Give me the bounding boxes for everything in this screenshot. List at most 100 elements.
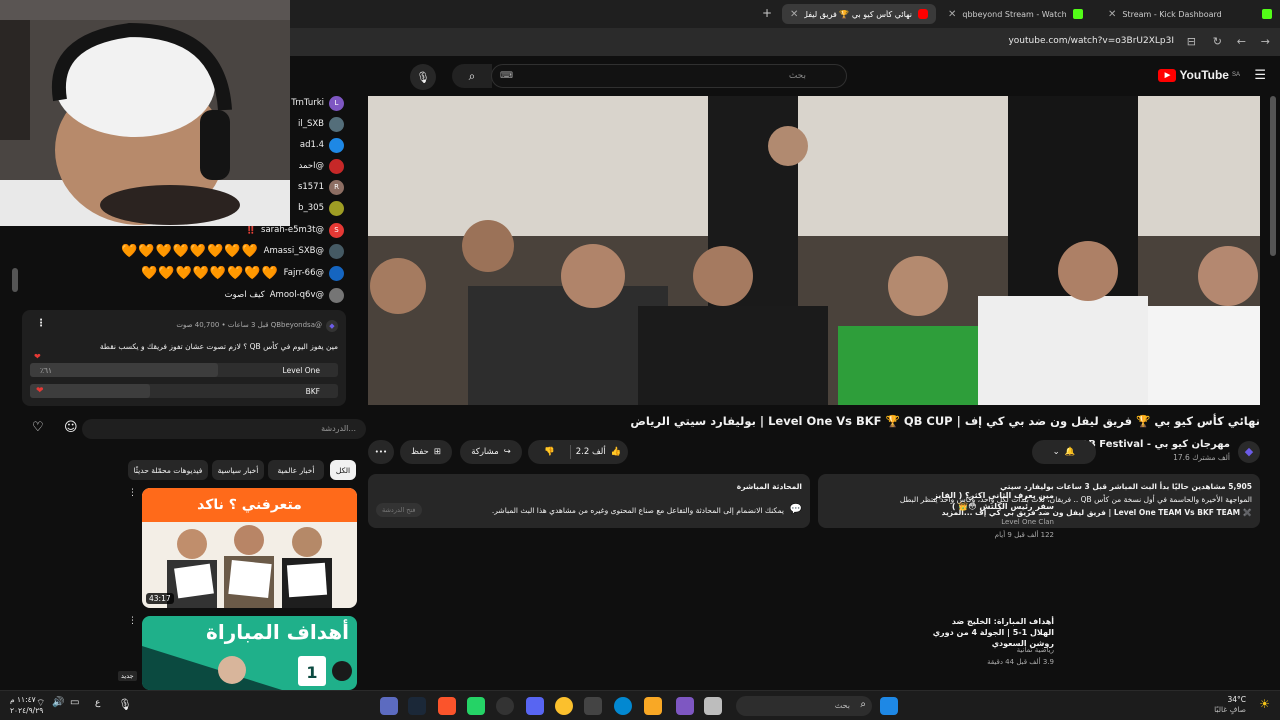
channel-name[interactable]: Level One Clan (1001, 518, 1054, 526)
chip-political-news[interactable]: أخبار سياسية (212, 460, 264, 480)
chat-message: L TrnTurki (291, 94, 344, 112)
more-vert-icon[interactable]: ⋮ (128, 488, 137, 498)
channel-name[interactable]: QB Festival - مهرجان كيو بي (1080, 439, 1230, 450)
close-tab-icon[interactable]: ✕ (790, 9, 798, 20)
video-actions-row: ◆ QB Festival - مهرجان كيو بي 17.6 ألف م… (368, 438, 1260, 466)
tab-kick-dashboard[interactable]: ✕ Stream - Kick Dashboard (1100, 4, 1280, 24)
share-button[interactable]: مشاركة ↪ (460, 440, 522, 464)
avatar (329, 116, 344, 132)
chat-scrollbar[interactable] (12, 268, 18, 292)
clock[interactable]: ١١:٤٧ م ٢٠٢٤/٩/٢٩ (10, 694, 43, 716)
weather-widget[interactable]: 34°C صافٍ غالبًا (1214, 695, 1246, 715)
chat-message: b_305 (298, 199, 344, 217)
poll-option-fill (30, 384, 151, 398)
subscriber-count: 17.6 ألف مشترك (1173, 453, 1230, 462)
chat-message: @احمد (299, 157, 344, 175)
file-explorer-icon[interactable] (644, 697, 662, 715)
edge-icon[interactable] (614, 697, 632, 715)
teams-icon[interactable] (676, 697, 694, 715)
task-view-icon[interactable] (704, 697, 722, 715)
language-indicator[interactable]: ع (95, 698, 100, 708)
heart-icon: ❤ (34, 352, 41, 361)
like-button[interactable]: 👍 (611, 447, 622, 457)
thumbnail-image: 1 (142, 646, 352, 690)
search-icon: ⌕ (468, 68, 476, 83)
poll-option[interactable]: Level One ٪٦١ (30, 363, 338, 377)
more-vert-icon[interactable]: ⋮ (128, 616, 137, 626)
video-player[interactable] (368, 96, 1260, 405)
avatar (329, 287, 344, 303)
more-actions-button[interactable]: ••• (368, 440, 394, 464)
start-button[interactable] (880, 697, 898, 715)
voice-search-button[interactable]: 🎙 (410, 64, 436, 90)
duration-badge: 43:17 (146, 593, 174, 604)
heart-outline-icon[interactable]: ♡ (32, 420, 44, 435)
poll-card: ◆ @QBbeyondsa قبل 3 ساعات • 40,700 صوت ⋮… (22, 310, 346, 406)
discord-icon[interactable] (526, 697, 544, 715)
battery-icon[interactable]: ▭ (70, 697, 79, 708)
chat-message: @Amassi_SXB 🧡🧡🧡🧡🧡🧡🧡🧡 (121, 242, 344, 260)
tab-search-icon[interactable]: ⊟ (1187, 35, 1196, 48)
taskbar-search[interactable]: ⌕ بحث (736, 696, 872, 716)
keyboard-icon[interactable]: ⌨ (500, 71, 513, 81)
chat-input[interactable]: الدردشة... (82, 419, 366, 439)
search-button[interactable]: ⌕ (452, 64, 492, 88)
divider (569, 445, 571, 459)
video-thumbnail[interactable]: متعرفني ؟ ناكد 43:17 (142, 488, 357, 608)
save-button[interactable]: حفظ ⊞ (400, 440, 452, 464)
store-icon[interactable] (584, 697, 602, 715)
forward-icon[interactable]: → (1261, 35, 1270, 48)
notifications-button[interactable]: ⌄ 🔔 (1032, 440, 1096, 464)
menu-icon[interactable]: ☰ (1254, 68, 1266, 83)
like-count: 2.2 ألف (575, 447, 606, 457)
video-title[interactable]: مين يعرف الثاني اكثر؟ ( الفايز سفر رئيس … (930, 490, 1054, 512)
chat-message: il_SXB (298, 115, 344, 133)
dislike-button[interactable]: 👎 (535, 447, 565, 457)
poll-option[interactable]: BKF ❤ (30, 384, 338, 398)
chat-message: @Amool-q6v كيف اصوت (225, 286, 344, 304)
kick-favicon-icon (1072, 9, 1083, 19)
poll-meta: @QBbeyondsa قبل 3 ساعات • 40,700 صوت (176, 321, 322, 329)
close-tab-icon[interactable]: ✕ (948, 9, 956, 20)
obs-icon[interactable] (496, 697, 514, 715)
page-scrollbar[interactable] (1270, 96, 1276, 256)
youtube-play-icon: ▶ (1158, 68, 1177, 82)
video-title[interactable]: أهداف المباراة: الخليج ضد الهلال 1-5 | ا… (930, 616, 1054, 649)
close-tab-icon[interactable]: ✕ (1108, 9, 1116, 20)
channel-name[interactable]: رياضية ثمانية (1017, 646, 1054, 654)
poll-question: مين يفوز اليوم في كأس QB ؟ لازم تصوت عشا… (99, 342, 338, 351)
chip-world-news[interactable]: أخبار عالمية (268, 460, 324, 480)
avatar: L (329, 95, 344, 111)
volume-icon[interactable]: 🔊 (52, 697, 64, 708)
back-icon[interactable]: ← (1237, 35, 1246, 48)
chrome-icon[interactable] (555, 697, 573, 715)
tab-qbbeyond-stream[interactable]: ✕ qbbeyond Stream - Watch (940, 4, 1095, 24)
reload-icon[interactable]: ↻ (1213, 35, 1222, 48)
brave-icon[interactable] (438, 697, 456, 715)
chip-all[interactable]: الكل (330, 460, 356, 480)
whatsapp-icon[interactable] (467, 697, 485, 715)
heart-icon: ❤ (36, 386, 44, 396)
video-meta: 122 ألف قبل 9 أيام (994, 531, 1054, 539)
avatar: R (329, 179, 344, 195)
emoji-icon[interactable]: ☺ (64, 420, 78, 435)
kick-favicon-icon (1262, 9, 1272, 19)
video-frame (368, 96, 1260, 405)
youtube-logo[interactable]: ▶ YouTube SA (1158, 68, 1240, 82)
steam-icon[interactable] (408, 697, 426, 715)
avatar (329, 137, 344, 153)
video-thumbnail[interactable]: أهداف المباراة 1 (142, 616, 357, 690)
new-tab-button[interactable]: + (762, 6, 772, 20)
webcam-overlay (0, 0, 290, 226)
open-chat-button[interactable]: فتح الدردشة (376, 503, 422, 517)
app-icon[interactable] (380, 697, 398, 715)
channel-avatar[interactable]: ◆ (1238, 441, 1260, 463)
search-input[interactable]: بحث ⌨ (491, 64, 847, 88)
microphone-icon[interactable]: 🎙 (118, 698, 132, 711)
avatar: ◆ (326, 320, 338, 332)
chat-input-row: ♡ ☺ الدردشة... (12, 416, 366, 442)
url-field[interactable]: youtube.com/watch?v=o3BrU2XLp3I (1008, 36, 1174, 46)
more-vert-icon[interactable]: ⋮ (36, 318, 46, 329)
tab-youtube-video[interactable]: ✕ نهائي كأس كيو بي 🏆 فريق ليفل (782, 4, 936, 24)
chip-recently-uploaded[interactable]: فيديوهات محمّلة حديثًا (128, 460, 208, 480)
